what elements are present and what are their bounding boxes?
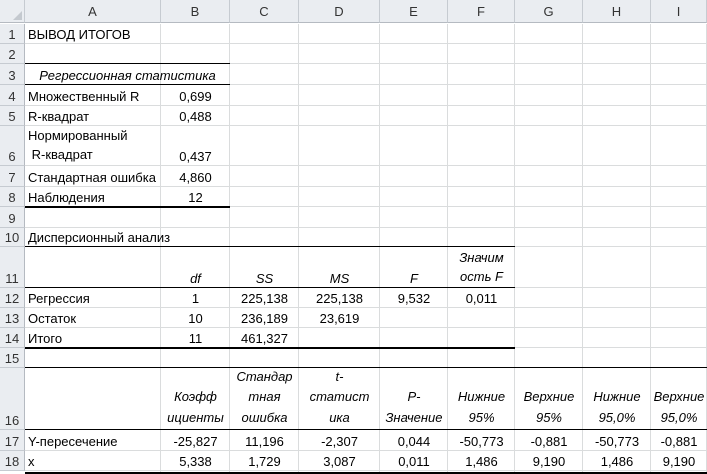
column-header-e[interactable]: E: [380, 0, 448, 23]
observations-label: Наблюдения: [28, 190, 105, 205]
coef-row-f: 1,486: [465, 454, 498, 469]
select-all-corner[interactable]: [0, 0, 25, 23]
anova-header-significance-f: Значим ость F: [448, 247, 515, 288]
coef-row-i: -0,881: [660, 434, 698, 449]
regression-stats-header: Регрессионная статистика: [39, 68, 216, 83]
anova-header-significance-f-line2: ость F: [460, 269, 503, 284]
anova-title: Дисперсионный анализ: [28, 230, 171, 245]
coef-row-h: 1,486: [600, 454, 634, 469]
column-header-d[interactable]: D: [299, 0, 380, 23]
adj-r-square-label-line1: Нормированный: [28, 128, 128, 143]
anova-row-label: Остаток: [28, 311, 77, 326]
coef-header-d: t- статист ика: [309, 368, 370, 425]
coef-row-c: 1,729: [248, 454, 281, 469]
coef-row-f: -50,773: [459, 434, 504, 449]
anova-row-df: 10: [188, 311, 203, 326]
coef-row-e: 0,011: [398, 454, 430, 469]
coef-header-g: Верхние 95%: [523, 389, 575, 425]
column-header-h[interactable]: H: [583, 0, 651, 23]
row-header-13[interactable]: 13: [0, 308, 25, 328]
anova-row-significance-f: [448, 328, 515, 348]
coef-row-h: -50,773: [594, 434, 640, 449]
row-header-10[interactable]: 10: [0, 228, 25, 247]
coef-row-e: 0,044: [397, 434, 431, 449]
std-error-label: Стандартная ошибка: [28, 170, 156, 185]
row-header-6[interactable]: 6: [0, 126, 25, 166]
anova-header-df: df: [190, 271, 201, 286]
column-header-g[interactable]: G: [515, 0, 583, 23]
anova-row-ss: 461,327: [241, 331, 288, 346]
coef-row-d: -2,307: [321, 434, 358, 449]
cell-border: [25, 206, 230, 208]
row-header-5[interactable]: 5: [0, 106, 25, 126]
coef-row-d: 3,087: [323, 454, 356, 469]
anova-row-df: 11: [188, 331, 203, 346]
anova-header-ms: MS: [329, 271, 350, 286]
row-header-7[interactable]: 7: [0, 166, 25, 187]
coef-row-g: 9,190: [532, 454, 566, 469]
anova-header-significance-f-line1: Значим: [459, 250, 504, 265]
multiple-r-label: Множественный R: [28, 89, 140, 104]
row-header-3[interactable]: 3: [0, 64, 25, 85]
row-header-4[interactable]: 4: [0, 85, 25, 106]
coef-header-b: Коэфф ициенты: [167, 389, 224, 425]
coef-row-c: 11,196: [245, 434, 284, 449]
column-header-c[interactable]: C: [230, 0, 299, 23]
anova-header-f: F: [410, 271, 418, 286]
coef-row-label: Y-пересечение: [28, 434, 118, 449]
cell-border: [25, 63, 230, 64]
anova-row-significance-f: [448, 308, 515, 328]
column-header-a[interactable]: A: [25, 0, 161, 23]
cell-border: [25, 347, 515, 349]
coef-header-e: P- Значение: [385, 389, 443, 425]
multiple-r-value: 0,699: [179, 89, 212, 104]
anova-row-f: 9,532: [397, 291, 431, 306]
anova-row-ms: [299, 328, 380, 348]
anova-header-ss: SS: [255, 271, 274, 286]
summary-title: ВЫВОД ИТОГОВ: [28, 27, 131, 42]
anova-row-f: [380, 308, 448, 328]
anova-row-ss: 236,189: [241, 311, 288, 326]
column-header-f[interactable]: F: [448, 0, 515, 23]
adj-r-square-value: 0,437: [179, 149, 212, 164]
anova-row-label: Регрессия: [28, 291, 90, 306]
row-header-11[interactable]: 11: [0, 247, 25, 288]
coef-row-label: x: [28, 454, 35, 469]
row-header-9[interactable]: 9: [0, 207, 25, 228]
coef-header-f: Нижние 95%: [457, 389, 506, 425]
observations-value: 12: [188, 190, 203, 205]
adj-r-square-label: Нормированный R-квадрат: [25, 126, 161, 166]
r-square-label: R-квадрат: [28, 109, 90, 124]
coef-header-i: Верхние 95,0%: [653, 389, 705, 425]
coef-header-h: Нижние 95,0%: [593, 389, 641, 425]
row-header-17[interactable]: 17: [0, 430, 25, 451]
std-error-value: 4,860: [179, 170, 212, 185]
adj-r-square-label-line2: R-квадрат: [28, 147, 93, 162]
row-header-8[interactable]: 8: [0, 187, 25, 207]
row-header-12[interactable]: 12: [0, 288, 25, 308]
coef-row-g: -0,881: [530, 434, 568, 449]
row-header-1[interactable]: 1: [0, 24, 25, 44]
anova-row-ss: 225,138: [241, 291, 288, 306]
anova-row-label: Итого: [28, 331, 63, 346]
row-header-15[interactable]: 15: [0, 348, 25, 368]
row-header-2[interactable]: 2: [0, 44, 25, 64]
column-header-i[interactable]: I: [651, 0, 707, 23]
coef-row-b: -25,827: [173, 434, 218, 449]
anova-row-df: 1: [191, 291, 200, 306]
spreadsheet: A B C D E F G H I 1 2 3 4 5 6 7 8 9 10 11 12 13 14 15 16 17 18 ВЫВО…: [0, 0, 707, 474]
row-header-14[interactable]: 14: [0, 328, 25, 348]
coef-row-b: 5,338: [179, 454, 212, 469]
column-header-b[interactable]: B: [161, 0, 230, 23]
r-square-value: 0,488: [179, 109, 212, 124]
anova-row-f: [380, 328, 448, 348]
coef-row-i: 9,190: [662, 454, 696, 469]
coef-header-c: Стандар тная ошибка: [236, 368, 293, 425]
anova-row-ms: 225,138: [316, 291, 363, 306]
row-header-16[interactable]: 16: [0, 368, 25, 430]
anova-row-significance-f: 0,011: [465, 291, 498, 306]
anova-row-ms: 23,619: [319, 311, 360, 326]
row-header-18[interactable]: 18: [0, 451, 25, 471]
